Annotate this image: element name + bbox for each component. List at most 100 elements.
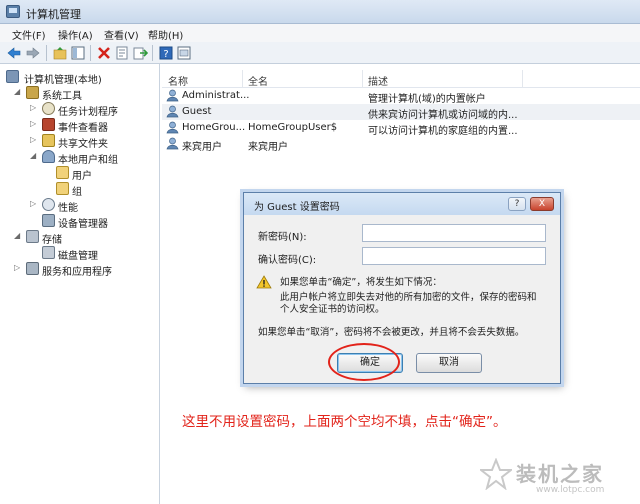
confirm-password-field[interactable] xyxy=(362,247,546,265)
warning-icon xyxy=(256,275,272,289)
tree-item-task-scheduler[interactable]: ▷ 任务计划程序 xyxy=(4,101,160,118)
cell-description: 可以访问计算机的家庭组的内置... xyxy=(368,126,518,137)
menu-view[interactable]: 查看(V) xyxy=(104,27,139,42)
device-manager-icon xyxy=(42,214,55,227)
menu-file[interactable]: 文件(F) xyxy=(12,27,46,42)
title-bar: 计算机管理 xyxy=(0,0,640,24)
tree-item-label: 服务和应用程序 xyxy=(42,267,112,278)
tree-item-disk-management[interactable]: 磁盘管理 xyxy=(4,245,160,262)
tree-item-label: 组 xyxy=(72,187,82,198)
toolbar: ? xyxy=(0,42,640,64)
tree-root[interactable]: 计算机管理(本地) xyxy=(4,69,160,86)
computer-management-icon xyxy=(6,5,20,18)
cell-name: 来宾用户 xyxy=(182,142,222,153)
new-password-field[interactable] xyxy=(362,224,546,242)
tree-item-label: 设备管理器 xyxy=(58,219,108,230)
tree-item-system-tools[interactable]: ◢ 系统工具 xyxy=(4,85,160,102)
tree-item-device-manager[interactable]: 设备管理器 xyxy=(4,213,160,230)
expand-icon[interactable]: ▷ xyxy=(30,104,38,112)
disk-icon xyxy=(42,246,55,259)
table-row[interactable]: Guest 供来宾访问计算机或访问域的内... xyxy=(162,104,640,121)
warning-line-1: 如果您单击“确定”，将发生如下情况： xyxy=(280,277,442,288)
watermark-text: 装机之家 xyxy=(516,462,604,486)
cell-name: Administrat... xyxy=(182,90,250,101)
user-icon xyxy=(166,121,179,134)
cell-description: 管理计算机(域)的内置帐户 xyxy=(368,94,486,105)
tree-item-services-apps[interactable]: ▷ 服务和应用程序 xyxy=(4,261,160,278)
list-header: 名称 全名 描述 xyxy=(162,70,640,88)
tree-item-label: 磁盘管理 xyxy=(58,251,98,262)
services-icon xyxy=(26,262,39,275)
tree-item-shared-folders[interactable]: ▷ 共享文件夹 xyxy=(4,133,160,150)
dialog-help-button[interactable]: ? xyxy=(508,197,526,211)
cancel-note: 如果您单击“取消”，密码将不会被更改，并且将不会丢失数据。 xyxy=(258,327,525,338)
tree-item-storage[interactable]: ◢ 存储 xyxy=(4,229,160,246)
column-fullname[interactable]: 全名 xyxy=(248,73,268,88)
column-name[interactable]: 名称 xyxy=(168,73,188,88)
console-icon[interactable] xyxy=(176,45,192,61)
forward-arrow-icon[interactable] xyxy=(25,45,41,61)
table-row[interactable]: Administrat... 管理计算机(域)的内置帐户 xyxy=(162,88,640,105)
up-folder-icon[interactable] xyxy=(52,45,68,61)
svg-text:?: ? xyxy=(163,49,168,60)
column-description[interactable]: 描述 xyxy=(368,73,388,88)
tree-item-label: 事件查看器 xyxy=(58,123,108,134)
watermark-url: www.lotpc.com xyxy=(536,485,605,495)
show-hide-tree-icon[interactable] xyxy=(70,45,86,61)
tree-item-groups[interactable]: 组 xyxy=(4,181,160,198)
expand-icon[interactable]: ▷ xyxy=(30,200,38,208)
collapse-icon[interactable]: ◢ xyxy=(14,232,22,240)
tree-item-local-users-groups[interactable]: ◢ 本地用户和组 xyxy=(4,149,160,166)
tree-item-label: 存储 xyxy=(42,235,62,246)
cell-name: Guest xyxy=(182,106,212,117)
tree-item-label: 系统工具 xyxy=(42,91,82,102)
collapse-icon[interactable]: ◢ xyxy=(30,152,38,160)
users-icon xyxy=(42,150,55,163)
tree-item-users[interactable]: 用户 xyxy=(4,165,160,182)
user-icon xyxy=(166,137,179,150)
new-password-label: 新密码(N): xyxy=(258,232,307,243)
cell-name: HomeGrou... xyxy=(182,122,246,133)
expand-icon[interactable]: ▷ xyxy=(14,264,22,272)
expand-icon[interactable]: ▷ xyxy=(30,120,38,128)
dialog-close-button[interactable]: X xyxy=(530,197,554,211)
collapse-icon[interactable]: ◢ xyxy=(14,88,22,96)
tools-icon xyxy=(26,86,39,99)
tree-item-performance[interactable]: ▷ 性能 xyxy=(4,197,160,214)
watermark: 装机之家 www.lotpc.com xyxy=(472,456,632,500)
back-arrow-icon[interactable] xyxy=(6,45,22,61)
expand-icon[interactable]: ▷ xyxy=(30,136,38,144)
table-row[interactable]: HomeGrou... HomeGroupUser$ 可以访问计算机的家庭组的内… xyxy=(162,120,640,137)
console-tree: 计算机管理(本地) ◢ 系统工具 ▷ 任务计划程序 ▷ 事件查看器 ▷ 共享文件… xyxy=(0,64,160,504)
cancel-button[interactable]: 取消 xyxy=(416,353,482,373)
user-icon xyxy=(166,89,179,102)
toolbar-separator xyxy=(152,45,153,61)
delete-icon[interactable] xyxy=(96,45,112,61)
tree-root-label: 计算机管理(本地) xyxy=(24,75,102,86)
highlight-ring xyxy=(328,343,400,381)
dialog-title-bar: 为 Guest 设置密码 ? X xyxy=(244,193,560,215)
cell-description: 供来宾访问计算机或访问域的内... xyxy=(368,110,518,121)
menu-action[interactable]: 操作(A) xyxy=(58,27,93,42)
tree-item-label: 共享文件夹 xyxy=(58,139,108,150)
dialog-title: 为 Guest 设置密码 xyxy=(254,202,340,213)
export-icon[interactable] xyxy=(132,45,149,61)
tree-item-label: 本地用户和组 xyxy=(58,155,118,166)
tree-item-event-viewer[interactable]: ▷ 事件查看器 xyxy=(4,117,160,134)
cell-fullname: HomeGroupUser$ xyxy=(248,122,338,133)
menu-bar: 文件(F) 操作(A) 查看(V) 帮助(H) xyxy=(0,24,640,42)
event-viewer-icon xyxy=(42,118,55,131)
cell-fullname: 来宾用户 xyxy=(248,142,288,153)
warning-line-3: 个人安全证书的访问权。 xyxy=(280,304,385,315)
clock-icon xyxy=(42,102,55,115)
watermark-star-logo xyxy=(480,458,512,490)
user-icon xyxy=(166,105,179,118)
properties-icon[interactable] xyxy=(114,45,130,61)
storage-icon xyxy=(26,230,39,243)
table-row[interactable]: 来宾用户 来宾用户 xyxy=(162,136,640,153)
performance-icon xyxy=(42,198,55,211)
window-title: 计算机管理 xyxy=(26,8,81,21)
menu-help[interactable]: 帮助(H) xyxy=(148,27,183,42)
folder-icon xyxy=(56,182,69,195)
help-icon[interactable]: ? xyxy=(158,45,174,61)
